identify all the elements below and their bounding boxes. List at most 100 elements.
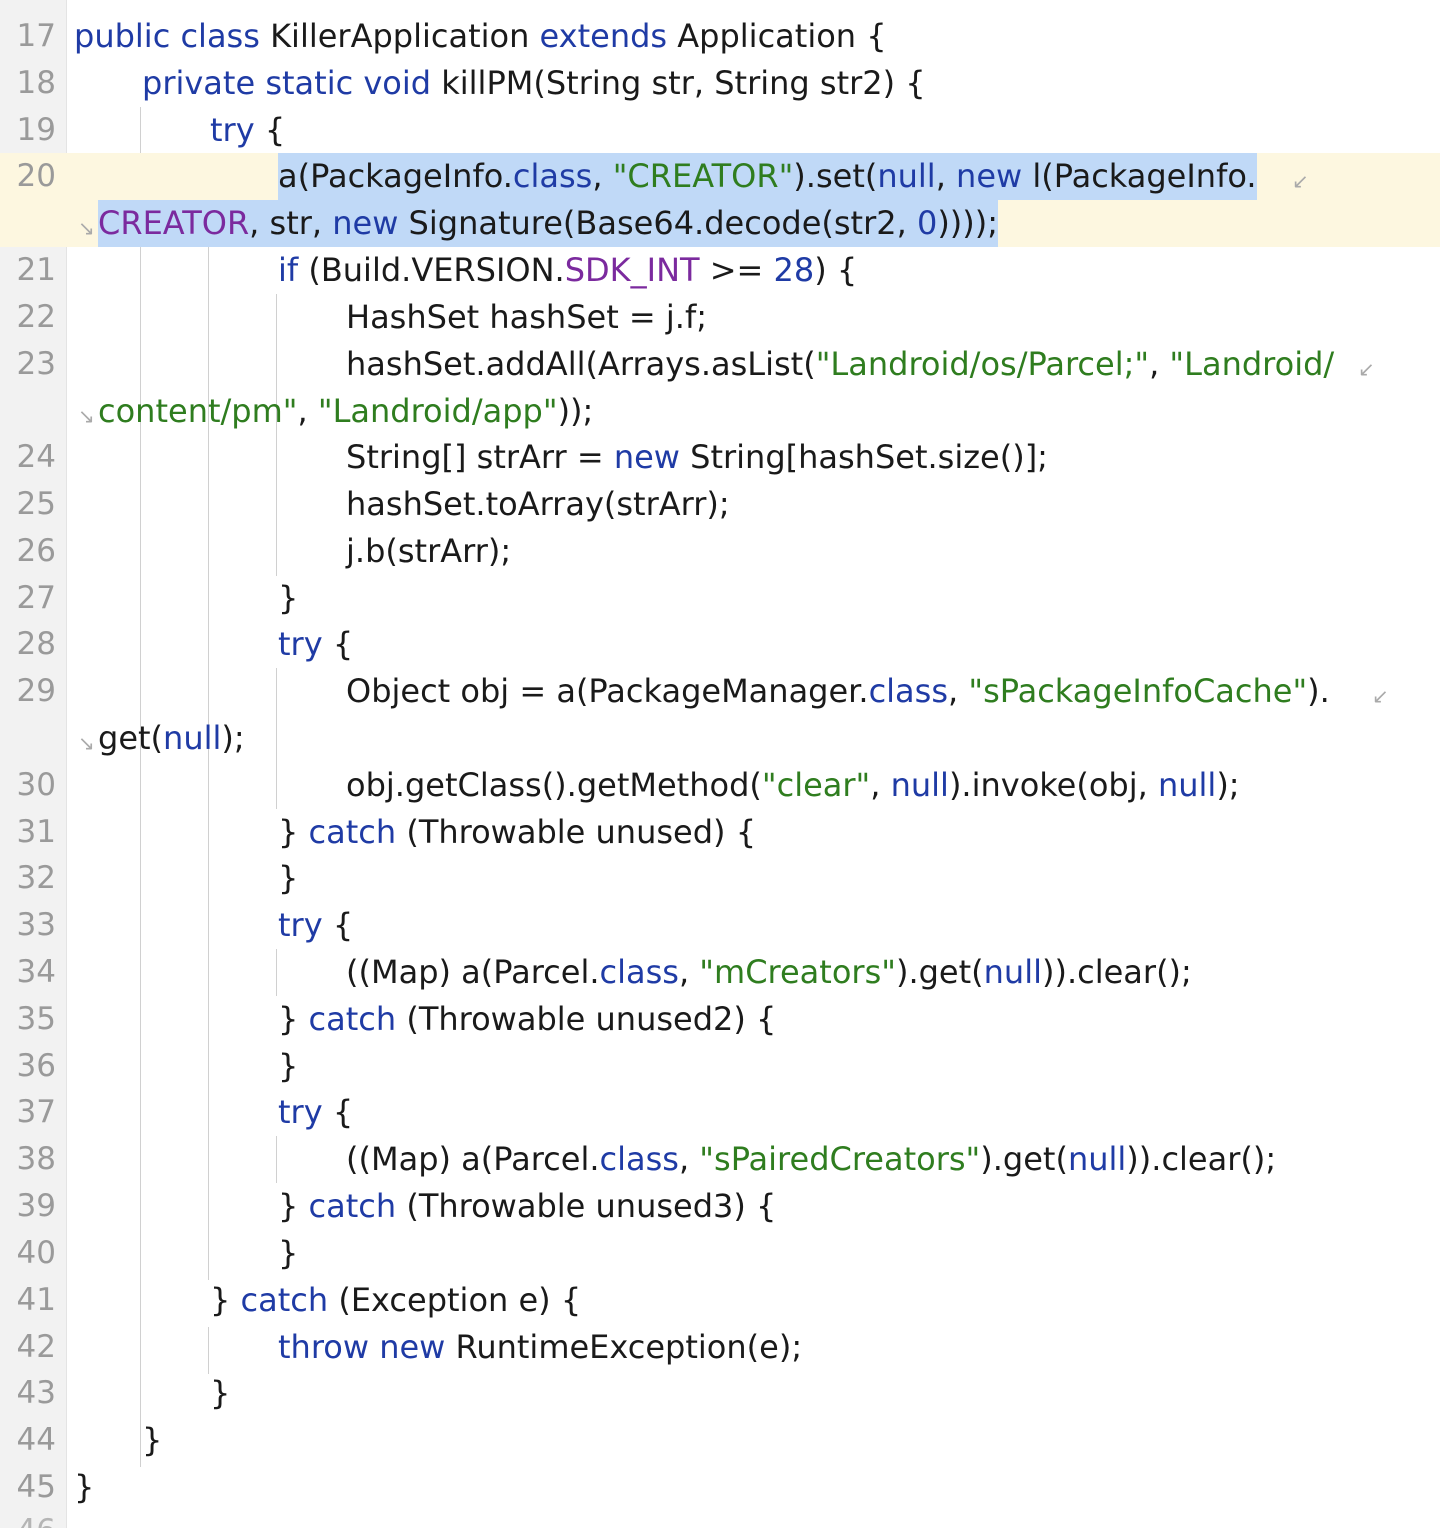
code-text: } — [278, 1047, 299, 1085]
code-line[interactable]: 34 ((Map) a(Parcel.class, "mCreators").g… — [0, 949, 1440, 996]
line-number: 33 — [16, 907, 56, 943]
line-number: 40 — [16, 1235, 56, 1271]
code-text: } catch (Exception e) { — [210, 1281, 582, 1319]
code-line[interactable]: 45 } — [0, 1464, 1440, 1511]
code-text: if (Build.VERSION.SDK_INT >= 28) { — [278, 251, 858, 289]
line-number-partial-top: 16 — [0, 0, 56, 2]
code-text: j.b(strArr); — [346, 532, 512, 570]
selected-code-text[interactable]: CREATOR, str, new Signature(Base64.decod… — [98, 200, 999, 247]
line-number: 43 — [16, 1375, 56, 1411]
code-line[interactable]: 26 j.b(strArr); — [0, 528, 1440, 575]
code-line[interactable]: 21 if (Build.VERSION.SDK_INT >= 28) { — [0, 247, 1440, 294]
code-line[interactable]: 23 hashSet.addAll(Arrays.asList("Landroi… — [0, 341, 1440, 388]
code-line[interactable]: 35 } catch (Throwable unused2) { — [0, 996, 1440, 1043]
code-text: private static void killPM(String str, S… — [142, 64, 926, 102]
code-text: } catch (Throwable unused) { — [278, 813, 757, 851]
wrap-continue-icon: ↙ — [1358, 357, 1375, 381]
line-number: 44 — [16, 1422, 56, 1458]
code-text: try { — [278, 1093, 354, 1131]
code-line[interactable]: 37 try { — [0, 1089, 1440, 1136]
code-line[interactable]: 39 } catch (Throwable unused3) { — [0, 1183, 1440, 1230]
line-number: 45 — [16, 1469, 56, 1505]
line-number: 27 — [16, 580, 56, 616]
code-text: try { — [278, 625, 354, 663]
code-line[interactable]: 30 obj.getClass().getMethod("clear", nul… — [0, 762, 1440, 809]
code-line[interactable]: 31 } catch (Throwable unused) { — [0, 809, 1440, 856]
wrap-indicator-icon: ↘ — [78, 404, 95, 428]
code-line[interactable]: 36 } — [0, 1043, 1440, 1090]
code-line[interactable]: 42 throw new RuntimeException(e); — [0, 1324, 1440, 1371]
code-text: String[] strArr = new String[hashSet.siz… — [346, 438, 1048, 476]
line-number: 34 — [16, 954, 56, 990]
code-line[interactable]: 43 } — [0, 1370, 1440, 1417]
line-number: 28 — [16, 626, 56, 662]
line-number: 38 — [16, 1141, 56, 1177]
code-line-current[interactable]: 20 a(PackageInfo.class, "CREATOR").set(n… — [0, 153, 1440, 200]
line-number: 22 — [16, 299, 56, 335]
code-text: hashSet.addAll(Arrays.asList("Landroid/o… — [346, 345, 1335, 383]
code-line[interactable]: 41 } catch (Exception e) { — [0, 1277, 1440, 1324]
code-text: } — [278, 1234, 299, 1272]
code-line[interactable]: 40 } — [0, 1230, 1440, 1277]
line-number: 30 — [16, 767, 56, 803]
code-text: } — [210, 1374, 231, 1412]
code-text: ((Map) a(Parcel.class, "mCreators").get(… — [346, 953, 1192, 991]
code-line-wrapped[interactable]: ↘ CREATOR, str, new Signature(Base64.dec… — [0, 200, 1440, 247]
code-editor[interactable]: 16 17 public class KillerApplication ext… — [0, 0, 1440, 1528]
code-text: try { — [278, 906, 354, 944]
code-text: ((Map) a(Parcel.class, "sPairedCreators"… — [346, 1140, 1277, 1178]
line-number: 32 — [16, 860, 56, 896]
code-text: public class KillerApplication extends A… — [74, 17, 887, 55]
line-number: 39 — [16, 1188, 56, 1224]
code-text: get(null); — [98, 719, 245, 757]
selected-code-text[interactable]: a(PackageInfo.class, "CREATOR").set(null… — [278, 153, 1257, 200]
code-line[interactable]: 17 public class KillerApplication extend… — [0, 13, 1440, 60]
code-text: try { — [210, 111, 286, 149]
line-number: 42 — [16, 1329, 56, 1365]
code-text: } catch (Throwable unused2) { — [278, 1000, 777, 1038]
line-number: 41 — [16, 1282, 56, 1318]
code-text: hashSet.toArray(strArr); — [346, 485, 730, 523]
wrap-continue-icon: ↙ — [1372, 684, 1389, 708]
code-line[interactable]: 25 hashSet.toArray(strArr); — [0, 481, 1440, 528]
code-line-wrapped[interactable]: ↘ content/pm", "Landroid/app")); — [0, 388, 1440, 435]
code-text: } — [142, 1421, 163, 1459]
code-line-wrapped[interactable]: ↘ get(null); — [0, 715, 1440, 762]
line-number: 23 — [16, 346, 56, 382]
wrap-indicator-icon: ↘ — [78, 731, 95, 755]
code-line[interactable]: 27 } — [0, 575, 1440, 622]
line-number: 20 — [16, 158, 56, 194]
line-number: 26 — [16, 533, 56, 569]
line-number: 18 — [16, 65, 56, 101]
code-line[interactable]: 38 ((Map) a(Parcel.class, "sPairedCreato… — [0, 1136, 1440, 1183]
code-text: throw new RuntimeException(e); — [278, 1328, 803, 1366]
code-line[interactable]: 18 private static void killPM(String str… — [0, 60, 1440, 107]
code-line[interactable]: 19 try { — [0, 107, 1440, 154]
code-line[interactable]: 44 } — [0, 1417, 1440, 1464]
line-number: 17 — [16, 18, 56, 54]
line-number: 29 — [16, 673, 56, 709]
line-number: 25 — [16, 486, 56, 522]
code-text: } — [278, 859, 299, 897]
code-text: content/pm", "Landroid/app")); — [98, 392, 594, 430]
code-text: obj.getClass().getMethod("clear", null).… — [346, 766, 1240, 804]
code-text: } — [278, 579, 299, 617]
line-number: 19 — [16, 112, 56, 148]
line-number: 31 — [16, 814, 56, 850]
line-number: 24 — [16, 439, 56, 475]
line-number: 37 — [16, 1094, 56, 1130]
code-text: HashSet hashSet = j.f; — [346, 298, 707, 336]
code-line[interactable]: 29 Object obj = a(PackageManager.class, … — [0, 668, 1440, 715]
code-line[interactable]: 33 try { — [0, 902, 1440, 949]
line-number: 35 — [16, 1001, 56, 1037]
wrap-indicator-icon: ↘ — [78, 216, 95, 240]
wrap-continue-icon: ↙ — [1292, 169, 1309, 193]
code-line[interactable]: 24 String[] strArr = new String[hashSet.… — [0, 434, 1440, 481]
code-text: } — [74, 1468, 95, 1506]
code-line[interactable]: 22 HashSet hashSet = j.f; — [0, 294, 1440, 341]
code-line[interactable]: 32 } — [0, 855, 1440, 902]
code-line[interactable]: 28 try { — [0, 621, 1440, 668]
line-number: 21 — [16, 252, 56, 288]
line-number-partial-bottom: 46 — [0, 1514, 56, 1528]
code-text: } catch (Throwable unused3) { — [278, 1187, 777, 1225]
